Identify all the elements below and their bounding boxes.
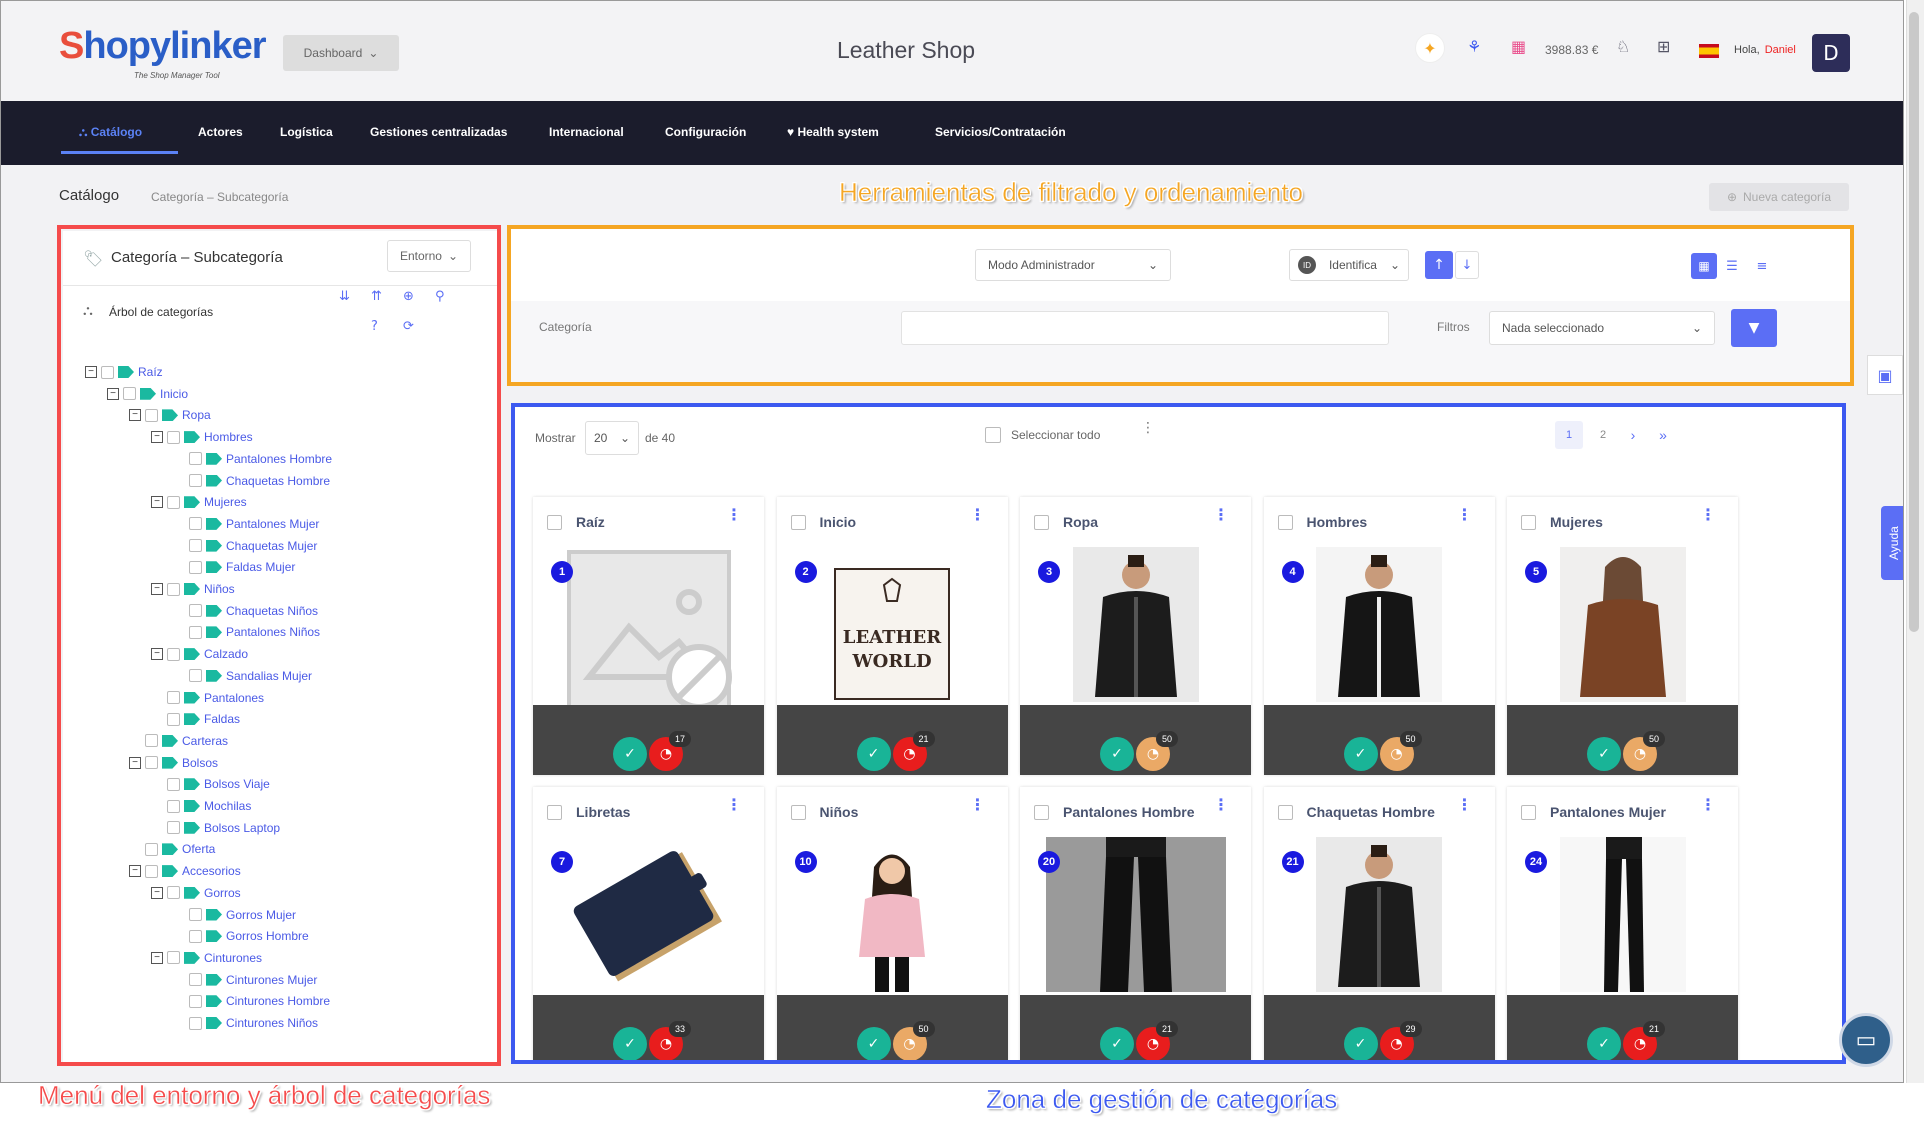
wallet-icon[interactable]: ♘ — [1616, 37, 1630, 56]
logo-text: Shopylinker — [59, 25, 267, 67]
new-category-button[interactable]: ⊕ Nueva categoría — [1709, 183, 1849, 211]
nav-item-health-system[interactable]: ♥ Health system — [787, 125, 879, 139]
new-category-label: Nueva categoría — [1743, 190, 1832, 204]
annotation-box-tree — [57, 225, 501, 1066]
nav-item-configuracion[interactable]: Configuración — [665, 125, 746, 139]
nav-item-actores[interactable]: Actores — [198, 125, 243, 139]
dashboard-dropdown[interactable]: Dashboard ⌄ — [283, 35, 399, 71]
annotation-tree: Menú del entorno y árbol de categorías — [38, 1080, 491, 1110]
health-icon: ♥ — [787, 125, 795, 139]
logo-subtitle: The Shop Manager Tool — [134, 71, 220, 80]
sitemap-icon: ⛬ — [79, 125, 88, 139]
greeting-text: Hola, — [1734, 44, 1760, 56]
side-panel-toggle-icon[interactable]: ▣ — [1867, 355, 1903, 395]
nav-label: Health system — [797, 125, 879, 139]
breadcrumb-main[interactable]: Catálogo — [59, 187, 119, 204]
annotation-box-management — [511, 403, 1846, 1064]
annotation-box-filters — [507, 225, 1854, 386]
spain-flag-icon[interactable] — [1699, 44, 1719, 58]
balance-amount: 3988.83 € — [1545, 43, 1599, 57]
main-nav: ⛬ Catálogo Actores Logística Gestiones c… — [1, 101, 1903, 165]
logo[interactable]: Shopylinker The Shop Manager Tool — [59, 25, 267, 85]
user-name[interactable]: Daniel — [1765, 44, 1796, 56]
top-header: Shopylinker The Shop Manager Tool Dashbo… — [1, 1, 1903, 101]
breadcrumb-sub: Categoría – Subcategoría — [151, 190, 289, 204]
sparkle-icon[interactable]: ✦ — [1415, 33, 1445, 63]
scrollbar-thumb[interactable] — [1909, 12, 1919, 632]
greeting: Hola, Daniel — [1734, 44, 1796, 56]
nav-item-internacional[interactable]: Internacional — [549, 125, 624, 139]
grid-apps-icon[interactable]: ▦ — [1511, 37, 1526, 56]
chevron-down-icon: ⌄ — [368, 46, 379, 60]
app-window: Shopylinker The Shop Manager Tool Dashbo… — [0, 0, 1904, 1083]
nav-item-catalogo[interactable]: ⛬ Catálogo — [79, 125, 142, 140]
layout-icon[interactable]: ⊞ — [1657, 37, 1670, 56]
handshake-icon[interactable]: ⚘ — [1467, 37, 1481, 56]
nav-item-logistica[interactable]: Logística — [280, 125, 333, 139]
nav-label: Catálogo — [90, 125, 143, 139]
plus-circle-icon: ⊕ — [1726, 190, 1737, 204]
chat-bubble-icon[interactable]: ▭ — [1839, 1013, 1893, 1067]
nav-item-gestiones[interactable]: Gestiones centralizadas — [370, 125, 507, 139]
annotation-management: Zona de gestión de categorías — [986, 1084, 1338, 1114]
avatar[interactable]: D — [1812, 34, 1850, 72]
dashboard-label: Dashboard — [303, 46, 363, 60]
nav-item-servicios[interactable]: Servicios/Contratación — [935, 125, 1066, 139]
nav-active-indicator — [61, 151, 178, 154]
annotation-filters: Herramientas de filtrado y ordenamiento — [839, 177, 1303, 207]
shop-title: Leather Shop — [836, 37, 976, 63]
help-tab[interactable]: Ayuda — [1881, 506, 1903, 580]
